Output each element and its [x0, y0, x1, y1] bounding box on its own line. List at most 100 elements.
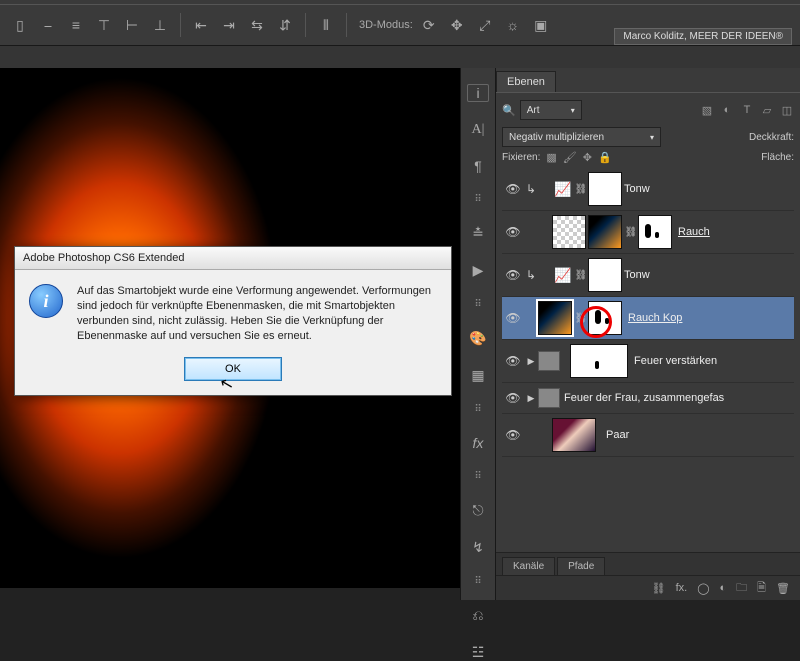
link-layers-icon[interactable]: ⛓ [652, 582, 666, 595]
filter-pixel-icon[interactable]: ▧ [700, 104, 714, 117]
layer-name[interactable]: Rauch Kop [628, 312, 682, 324]
new-layer-icon[interactable]: 🗎 [757, 579, 766, 598]
visibility-toggle[interactable]: 👁 [502, 268, 524, 282]
menu-3d[interactable]: 3D [8, 0, 22, 2]
visibility-toggle[interactable]: 👁 [502, 225, 524, 239]
mode-3d-label: 3D-Modus: [359, 19, 413, 31]
separator [305, 13, 306, 37]
adjustments-panel-icon[interactable]: ≛ [464, 225, 492, 242]
lock-position-icon[interactable]: ✥ [583, 151, 592, 164]
orbit-icon[interactable]: ⟳ [417, 13, 441, 37]
distribute-3-icon[interactable]: ⇆ [245, 13, 269, 37]
styles-panel-icon[interactable]: fx [464, 435, 492, 451]
tab-channels[interactable]: Kanäle [502, 557, 555, 575]
link-icon[interactable]: ⛓ [574, 313, 588, 324]
link-icon[interactable]: ⛓ [574, 184, 588, 195]
layer-thumb[interactable] [588, 215, 622, 249]
properties-panel-icon[interactable]: ☳ [464, 644, 492, 661]
blend-mode-dropdown[interactable]: Negativ multiplizieren▾ [502, 127, 661, 147]
layer-thumb[interactable] [538, 301, 572, 335]
delete-layer-icon[interactable]: 🗑 [776, 582, 790, 595]
dock-separator: ⠿ [474, 299, 481, 310]
curves-adjustment-icon: 📈 [552, 267, 574, 284]
menu-window[interactable]: Fenster [94, 0, 131, 2]
swatches-panel-icon[interactable]: ▦ [464, 367, 492, 384]
filter-shape-icon[interactable]: ▱ [760, 104, 774, 117]
zoom-icon[interactable]: ⤢ [473, 13, 497, 37]
paragraph-panel-icon[interactable]: ¶ [464, 158, 492, 174]
layer-row[interactable]: 👁 ↳ 📈 ⛓ Tonw [502, 254, 794, 297]
layer-row[interactable]: 👁 Paar [502, 414, 794, 457]
distribute-1-icon[interactable]: ⇤ [189, 13, 213, 37]
info-icon: i [29, 284, 63, 318]
lock-all-icon[interactable]: 🔒 [598, 151, 612, 164]
disclosure-triangle[interactable]: ▶ [524, 393, 538, 404]
play-panel-icon[interactable]: ▶ [464, 262, 492, 279]
layer-name[interactable]: Rauch [678, 226, 710, 238]
mask-thumb[interactable] [588, 258, 622, 292]
layer-row[interactable]: 👁 ▶ Feuer verstärken [502, 340, 794, 383]
visibility-toggle[interactable]: 👁 [502, 182, 524, 196]
align-top-icon[interactable]: ⊤ [92, 13, 116, 37]
layer-thumb[interactable] [552, 418, 596, 452]
filter-kind-dropdown[interactable]: Art▾ [520, 100, 582, 120]
mask-thumb[interactable] [570, 344, 628, 378]
layer-thumb[interactable] [552, 215, 586, 249]
layer-name[interactable]: Paar [606, 429, 629, 441]
align-right-icon[interactable]: ≡ [64, 13, 88, 37]
info-panel-icon[interactable]: i [467, 84, 489, 102]
new-adjustment-icon[interactable]: ◐ [720, 582, 727, 594]
bottom-tab-row: Kanäle Pfade [496, 552, 800, 575]
menu-view[interactable]: Ansicht [40, 0, 76, 2]
brush-panel-icon[interactable]: ⎋ [464, 502, 492, 519]
filter-smart-icon[interactable]: ◫ [780, 104, 794, 117]
mask-thumb[interactable] [588, 301, 622, 335]
layer-name[interactable]: Feuer der Frau, zusammengefas [564, 392, 724, 404]
align-left-icon[interactable]: ▯ [8, 13, 32, 37]
layer-row[interactable]: 👁 ↳ 📈 ⛓ Tonw [502, 168, 794, 211]
visibility-toggle[interactable]: 👁 [502, 428, 524, 442]
history-panel-icon[interactable]: ⎌ [464, 607, 492, 624]
align-middle-icon[interactable]: ⊢ [120, 13, 144, 37]
layer-name[interactable]: Feuer verstärken [634, 355, 717, 367]
ok-button[interactable]: OK [184, 357, 282, 381]
folder-icon [538, 388, 560, 408]
align-center-icon[interactable]: ⎯ [36, 13, 60, 37]
new-group-icon[interactable]: 🗀 [736, 579, 747, 598]
layer-row[interactable]: 👁 ▶ Feuer der Frau, zusammengefas [502, 383, 794, 414]
visibility-toggle[interactable]: 👁 [502, 354, 524, 368]
light-icon[interactable]: ☼ [501, 13, 525, 37]
fx-menu-icon[interactable]: fx. [676, 582, 688, 594]
tool-presets-icon[interactable]: ↯ [464, 539, 492, 556]
user-badge[interactable]: Marco Kolditz, MEER DER IDEEN® [614, 28, 792, 45]
link-icon[interactable]: ⛓ [624, 227, 638, 238]
distribute-space-icon[interactable]: ⫴ [314, 13, 338, 37]
distribute-2-icon[interactable]: ⇥ [217, 13, 241, 37]
visibility-toggle[interactable]: 👁 [502, 391, 524, 405]
layer-row[interactable]: 👁 ⛓ Rauch Kop [502, 297, 794, 340]
visibility-toggle[interactable]: 👁 [502, 311, 524, 325]
filter-type-icon[interactable]: T [740, 104, 754, 117]
add-mask-icon[interactable]: ◯ [697, 582, 709, 595]
distribute-4-icon[interactable]: ⇵ [273, 13, 297, 37]
mask-thumb[interactable] [638, 215, 672, 249]
lock-pixels-icon[interactable]: 🖌 [563, 151, 577, 164]
mask-thumb[interactable] [588, 172, 622, 206]
menu-help[interactable]: Hilfe [149, 0, 171, 2]
pan-icon[interactable]: ✥ [445, 13, 469, 37]
lock-transparency-icon[interactable]: ▩ [546, 151, 556, 164]
tab-paths[interactable]: Pfade [557, 557, 605, 575]
character-panel-icon[interactable]: A| [464, 122, 492, 138]
filter-adjust-icon[interactable]: ◐ [720, 104, 734, 117]
link-icon[interactable]: ⛓ [574, 270, 588, 281]
layer-name[interactable]: Tonw [624, 183, 650, 195]
disclosure-triangle[interactable]: ▶ [524, 356, 538, 367]
color-panel-icon[interactable]: 🎨 [464, 330, 492, 347]
canvas[interactable]: Adobe Photoshop CS6 Extended i Auf das S… [0, 68, 460, 600]
layer-name[interactable]: Tonw [624, 269, 650, 281]
tab-layers[interactable]: Ebenen [496, 71, 556, 92]
camera-icon[interactable]: ▣ [529, 13, 553, 37]
align-bottom-icon[interactable]: ⊥ [148, 13, 172, 37]
dock-separator: ⠿ [474, 576, 481, 587]
layer-row[interactable]: 👁 ⛓ Rauch [502, 211, 794, 254]
